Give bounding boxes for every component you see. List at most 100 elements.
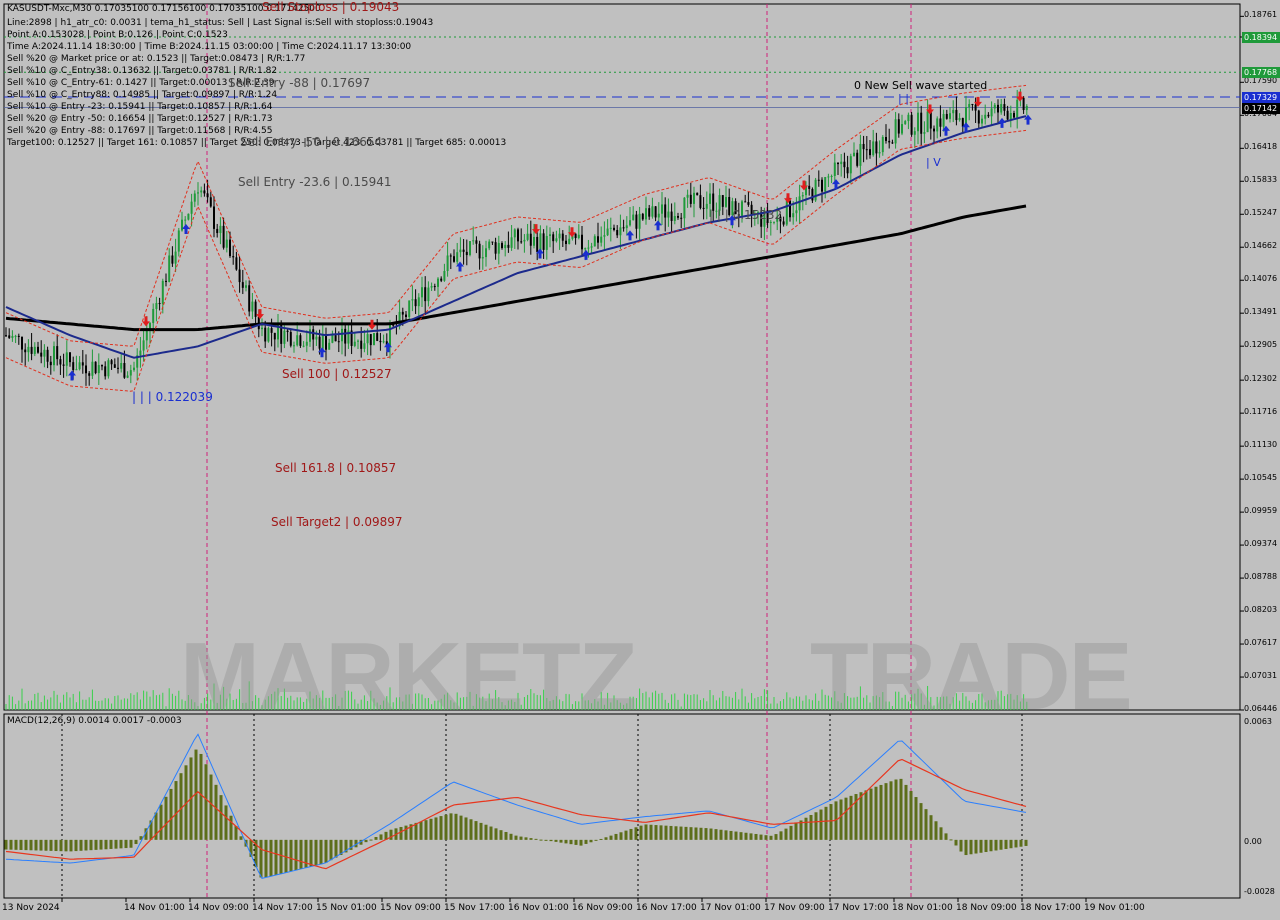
candle-body (616, 229, 619, 236)
entry236-label: Sell Entry -23.6 | 0.15941 (238, 175, 392, 189)
macd-histogram-bar (469, 819, 473, 840)
macd-histogram-bar (499, 830, 503, 840)
sell100-label: Sell 100 | 0.12527 (282, 367, 392, 381)
macd-histogram-bar (649, 824, 653, 840)
candle-body (37, 346, 39, 353)
macd-histogram-bar (124, 839, 128, 849)
candle-body (936, 118, 939, 132)
price-box: 0.17768 (1242, 67, 1280, 79)
time-axis-label: 18 Nov 09:00 (956, 903, 1017, 913)
candle-body (222, 225, 225, 248)
macd-histogram-bar (599, 838, 603, 840)
candle-body (139, 350, 142, 356)
candle-body (817, 179, 820, 181)
candle-body (491, 241, 494, 243)
candle-body (315, 336, 318, 340)
sell-wave-label: 0 New Sell wave started (854, 79, 988, 92)
macd-histogram-bar (294, 839, 298, 871)
candle-body (251, 301, 254, 312)
macd-histogram-bar (689, 827, 693, 840)
macd-histogram-bar (999, 839, 1003, 850)
candle-body (651, 206, 654, 217)
candle-body (427, 287, 430, 302)
macd-histogram-bar (984, 839, 988, 853)
macd-histogram-bar (609, 835, 613, 840)
price-axis-label: 0.07031 (1244, 671, 1278, 681)
candle-body (952, 109, 955, 114)
candle-body (1009, 113, 1012, 120)
candle-body (216, 228, 219, 234)
candle-body (248, 285, 251, 312)
candle-body (657, 213, 660, 218)
candle-body (625, 225, 628, 229)
macd-histogram-bar (449, 813, 453, 840)
macd-histogram-bar (934, 821, 938, 840)
candle-body (158, 303, 161, 305)
macd-histogram-bar (544, 839, 548, 841)
price-box: 0.17329 (1242, 91, 1280, 103)
macd-histogram-bar (734, 831, 738, 840)
macd-histogram-bar (239, 836, 243, 840)
macd-histogram-bar (989, 839, 993, 852)
candle-body (821, 179, 823, 192)
macd-histogram-bar (914, 797, 918, 840)
candle-body (75, 369, 78, 371)
macd-histogram-bar (369, 839, 373, 841)
macd-histogram-bar (659, 825, 663, 840)
macd-histogram-bar (789, 825, 793, 840)
macd-histogram-bar (644, 824, 648, 840)
macd-histogram-bar (379, 834, 383, 840)
macd-histogram-bar (604, 837, 608, 840)
macd-histogram-bar (589, 839, 593, 843)
candle-body (504, 244, 507, 249)
candle-body (328, 342, 331, 350)
macd-histogram-bar (299, 839, 303, 869)
candle-body (254, 301, 257, 317)
candle-body (974, 104, 977, 111)
candle-body (593, 236, 596, 247)
info-line-1: Line:2898 | h1_atr_c0: 0.0031 | tema_h1_… (7, 18, 434, 28)
candle-body (673, 215, 676, 221)
price-spike-marker: | | (898, 92, 909, 105)
macd-histogram-bar (264, 839, 268, 878)
macd-histogram-bar (414, 822, 418, 840)
macd-histogram-bar (954, 839, 958, 846)
candle-body (184, 219, 187, 221)
candle-body (990, 108, 993, 117)
candle-body (65, 352, 68, 366)
macd-histogram-bar (679, 826, 683, 840)
macd-histogram-bar (29, 839, 33, 851)
entry50-label: Sell Entry -50 | 0.16654 (240, 135, 383, 149)
macd-histogram-bar (764, 835, 768, 840)
candle-body (840, 161, 843, 165)
candle-body (91, 361, 94, 376)
candle-body (379, 340, 382, 343)
candle-body (888, 140, 891, 143)
candle-body (334, 335, 337, 342)
candle-body (472, 240, 475, 242)
candle-body (997, 104, 999, 113)
price-axis-label: 0.08203 (1244, 605, 1278, 615)
macd-histogram-bar (664, 825, 668, 840)
macd-histogram-bar (429, 818, 433, 840)
candle-body (235, 257, 238, 270)
candle-body (283, 330, 286, 344)
macd-histogram-bar (844, 797, 848, 840)
candle-body (846, 167, 849, 174)
candle-body (417, 297, 420, 307)
macd-histogram-bar (739, 832, 743, 840)
candle-body (782, 221, 785, 225)
macd-histogram-bar (784, 828, 788, 840)
macd-histogram-bar (949, 839, 953, 841)
candle-body (337, 341, 340, 343)
candle-body (526, 233, 529, 240)
chart-window[interactable]: MARKETZ TRADE KASUSDT-Mxc,M30 0.17035100… (0, 0, 1280, 920)
candle-body (961, 118, 964, 127)
candle-body (49, 361, 52, 366)
macd-histogram-bar (869, 788, 873, 840)
macd-histogram-bar (464, 817, 468, 840)
candle-body (827, 176, 830, 178)
macd-histogram-bar (904, 784, 908, 840)
macd-histogram-bar (49, 839, 53, 851)
macd-histogram-bar (79, 839, 83, 851)
